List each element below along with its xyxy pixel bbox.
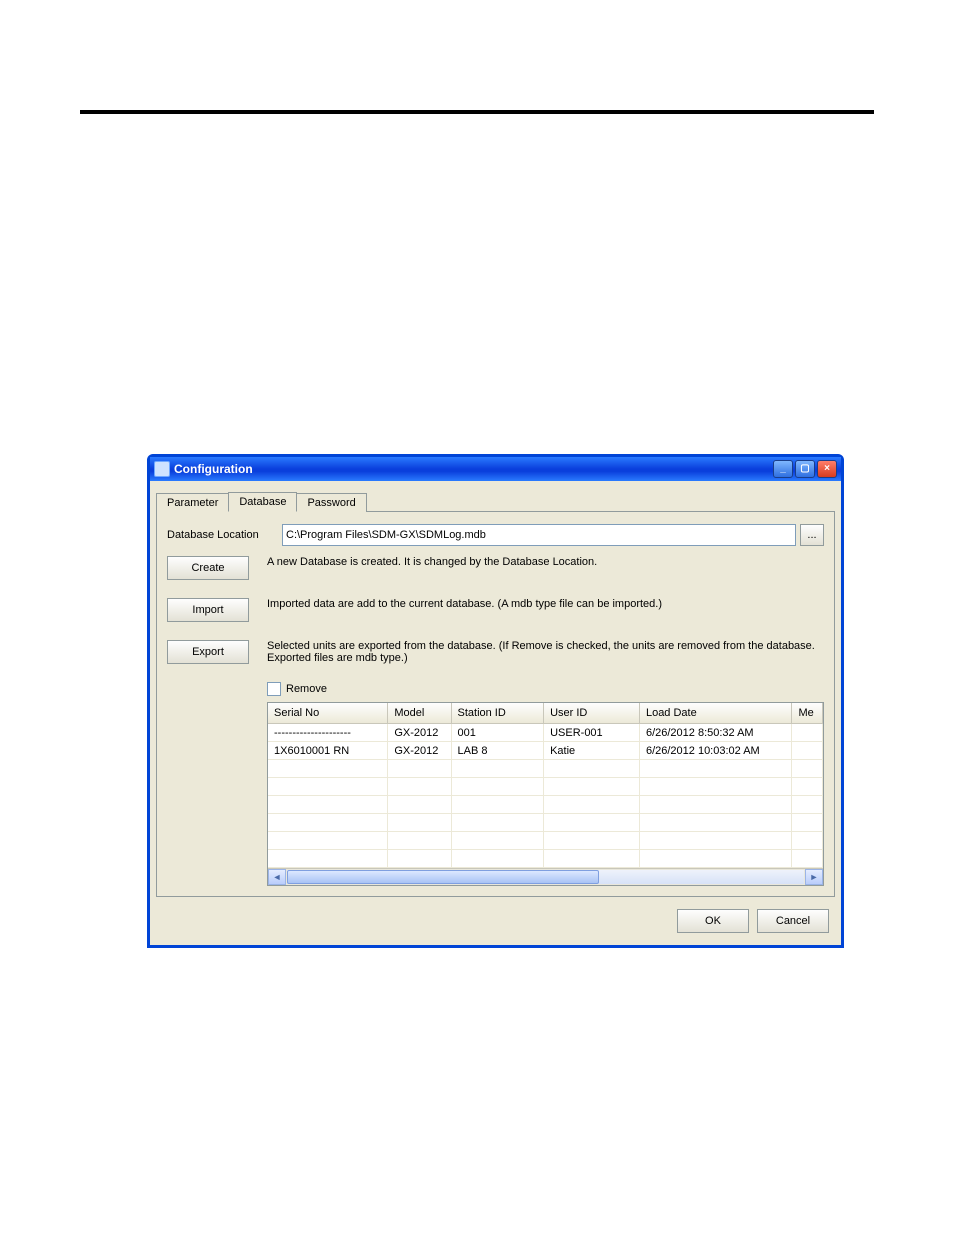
table-row: . [268, 832, 823, 850]
checkbox-box [267, 682, 281, 696]
table-row: . [268, 778, 823, 796]
scroll-thumb[interactable] [287, 870, 599, 884]
col-user[interactable]: User ID [544, 703, 640, 724]
col-serial[interactable]: Serial No [268, 703, 388, 724]
tab-database[interactable]: Database [228, 492, 297, 512]
close-button[interactable]: × [817, 460, 837, 478]
minimize-icon: _ [780, 464, 786, 474]
app-icon [154, 461, 170, 477]
tabstrip: Parameter Database Password [156, 491, 835, 512]
create-desc: A new Database is created. It is changed… [267, 556, 824, 568]
col-station[interactable]: Station ID [451, 703, 544, 724]
table-header-row: Serial No Model Station ID User ID Load … [268, 703, 823, 724]
tab-password[interactable]: Password [296, 493, 366, 512]
cancel-button[interactable]: Cancel [757, 909, 829, 933]
export-button[interactable]: Export [167, 640, 249, 664]
create-button[interactable]: Create [167, 556, 249, 580]
window-title: Configuration [174, 462, 773, 476]
table-row[interactable]: 1X6010001 RN GX-2012 LAB 8 Katie 6/26/20… [268, 742, 823, 760]
import-desc: Imported data are add to the current dat… [267, 598, 824, 610]
scroll-left-icon[interactable]: ◄ [268, 869, 286, 885]
horizontal-scrollbar[interactable]: ◄ ► [268, 868, 823, 885]
maximize-button[interactable]: ▢ [795, 460, 815, 478]
table-row: . [268, 850, 823, 868]
maximize-icon: ▢ [800, 464, 809, 474]
col-model[interactable]: Model [388, 703, 451, 724]
import-button[interactable]: Import [167, 598, 249, 622]
units-grid[interactable]: Serial No Model Station ID User ID Load … [267, 702, 824, 886]
export-desc: Selected units are exported from the dat… [267, 640, 824, 664]
titlebar[interactable]: Configuration _ ▢ × [150, 457, 841, 481]
close-icon: × [824, 464, 830, 474]
tab-panel-database: Database Location ... Create A new Datab… [156, 512, 835, 897]
database-location-label: Database Location [167, 529, 282, 541]
table-row: . [268, 796, 823, 814]
scroll-track[interactable] [287, 870, 804, 884]
configuration-window: Configuration _ ▢ × Parameter Database P… [147, 454, 844, 948]
divider [80, 110, 874, 114]
table-row: . [268, 760, 823, 778]
scroll-right-icon[interactable]: ► [805, 869, 823, 885]
ellipsis-icon: ... [807, 529, 816, 541]
ok-button[interactable]: OK [677, 909, 749, 933]
remove-checkbox[interactable]: Remove [267, 682, 824, 696]
tab-parameter[interactable]: Parameter [156, 493, 229, 512]
browse-button[interactable]: ... [800, 524, 824, 546]
col-loaddate[interactable]: Load Date [639, 703, 792, 724]
remove-label: Remove [286, 683, 327, 695]
table-row: . [268, 814, 823, 832]
database-location-input[interactable] [282, 524, 796, 546]
col-me[interactable]: Me [792, 703, 823, 724]
minimize-button[interactable]: _ [773, 460, 793, 478]
table-row[interactable]: --------------------- GX-2012 001 USER-0… [268, 724, 823, 742]
